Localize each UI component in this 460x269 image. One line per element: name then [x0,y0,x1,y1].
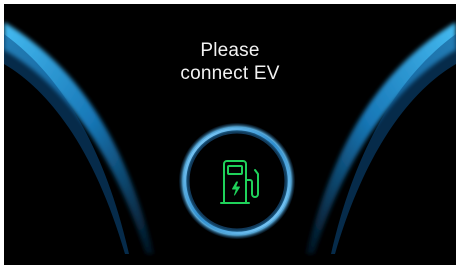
ev-charger-icon [220,160,259,204]
prompt-line-1: Please [200,40,260,61]
prompt-line-2: connect EV [180,63,280,84]
ev-charger-screen: Please connect EV [4,4,456,265]
charge-button[interactable] [178,122,296,240]
